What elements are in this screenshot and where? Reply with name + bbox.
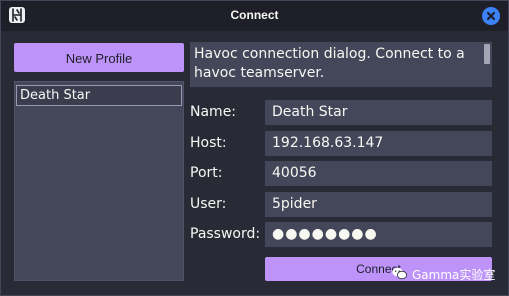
password-label: Password:: [190, 226, 261, 242]
wechat-icon: [392, 267, 407, 280]
description-scrollbar[interactable]: [484, 44, 490, 85]
user-label: User:: [190, 196, 227, 212]
host-label: Host:: [190, 135, 227, 151]
watermark-text: Gamma实验室: [412, 268, 496, 282]
watermark: Gamma实验室: [392, 265, 508, 283]
title-bar[interactable]: Connect: [1, 1, 508, 31]
profile-list[interactable]: Death Star: [14, 81, 184, 281]
port-field[interactable]: [265, 161, 492, 186]
connect-dialog: Connect New Profile Death Star Havoc con…: [0, 0, 509, 296]
new-profile-button[interactable]: New Profile: [14, 43, 184, 72]
close-icon: [486, 11, 496, 21]
profile-item-death-star[interactable]: Death Star: [16, 85, 182, 106]
scrollbar-thumb[interactable]: [484, 44, 490, 64]
window-title: Connect: [230, 8, 279, 22]
description-text: Havoc connection dialog. Connect to a ha…: [194, 46, 465, 81]
host-field[interactable]: [265, 131, 492, 156]
user-field[interactable]: [265, 192, 492, 217]
description-box: Havoc connection dialog. Connect to a ha…: [190, 42, 492, 87]
port-label: Port:: [190, 165, 223, 181]
name-label: Name:: [190, 104, 237, 120]
password-field[interactable]: ●●●●●●●●: [265, 222, 492, 247]
close-button[interactable]: [482, 7, 500, 25]
name-field[interactable]: [265, 100, 492, 125]
